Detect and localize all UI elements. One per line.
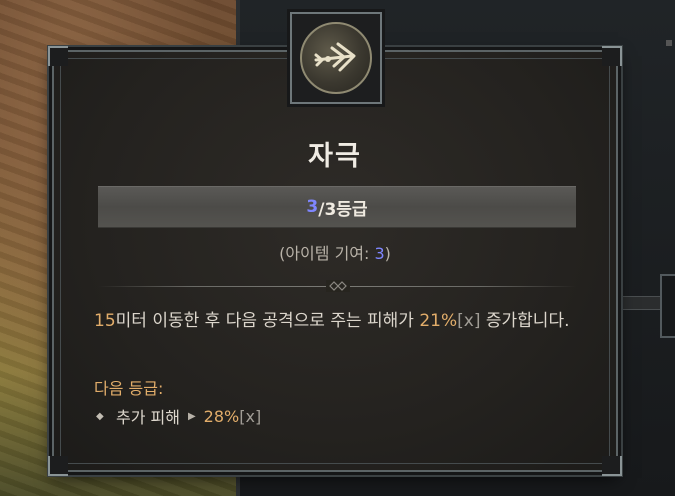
skill-title: 자극 (308, 141, 362, 172)
background-frame-edge (660, 274, 675, 338)
next-rank-stat: ◆ 추가 피해 ▶ 28% [x] (96, 404, 261, 428)
background-marker (666, 40, 672, 46)
damage-percent: 21% (419, 311, 458, 331)
frame-corner (48, 46, 68, 66)
next-rank-stat-value: 28% (203, 406, 240, 426)
item-bonus-prefix: (아이템 기여: (279, 244, 375, 263)
frame-corner (602, 456, 622, 476)
skill-description: 15미터 이동한 후 다음 공격으로 주는 피해가 21%[x] 증가합니다. (94, 306, 594, 336)
frame-corner (602, 46, 622, 66)
item-bonus-suffix: ) (384, 244, 391, 263)
item-bonus-value: 3 (374, 244, 385, 263)
arrow-right-icon: ▶ (187, 410, 196, 422)
description-text: 미터 이동한 후 다음 공격으로 주는 피해가 (115, 311, 420, 331)
bullet-icon: ◆ (96, 410, 104, 422)
item-bonus: (아이템 기여: 3) (54, 240, 616, 264)
rank-current: 3 (306, 197, 319, 217)
divider-ornament (326, 280, 350, 292)
multiplier-tag: [x] (239, 406, 262, 426)
arrow-skill-icon (300, 22, 372, 94)
rank-bar: 3/3등급 (98, 186, 576, 228)
frame-corner (48, 456, 68, 476)
description-text-end: 증가합니다. (480, 311, 570, 331)
skill-icon-frame (290, 12, 382, 104)
distance-value: 15 (94, 311, 116, 331)
next-rank-label: 다음 등급: (94, 379, 164, 398)
skill-tooltip: 자극 3/3등급 (아이템 기여: 3) 15미터 이동한 후 다음 공격으로 … (48, 12, 622, 476)
multiplier-tag: [x] (457, 311, 481, 331)
rank-max: /3등급 (318, 199, 368, 220)
next-rank-stat-label: 추가 피해 (116, 408, 180, 427)
